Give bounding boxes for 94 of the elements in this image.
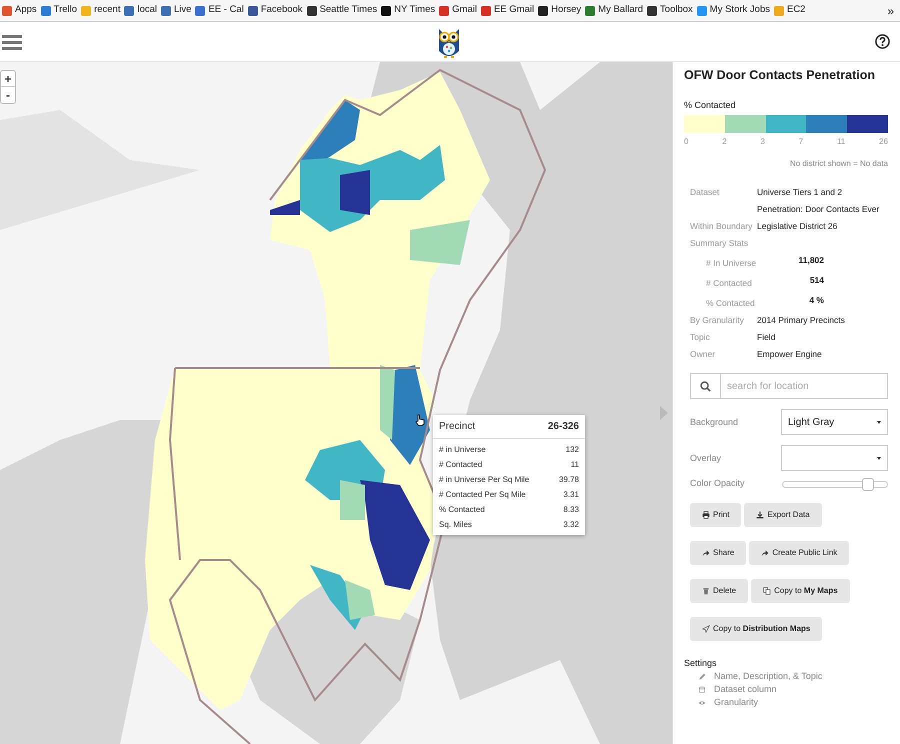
- bookmark-link[interactable]: Facebook: [260, 3, 303, 18]
- legend-label: % Contacted: [684, 98, 737, 112]
- control-label: Overlay: [690, 452, 722, 465]
- precinct-id: 26-326: [548, 420, 579, 434]
- legend-tick: 26: [879, 136, 888, 148]
- search-icon: [700, 380, 711, 392]
- tooltip-label: # Contacted Per Sq Mile: [439, 488, 526, 500]
- detail-value: Field: [757, 331, 776, 344]
- printer-icon: [702, 510, 710, 519]
- bookmark-link[interactable]: Apps: [15, 3, 37, 18]
- trash-icon: [702, 586, 710, 595]
- bookmark-link[interactable]: recent: [94, 3, 120, 18]
- action-button[interactable]: Create Public Link: [749, 540, 850, 565]
- settings-link[interactable]: Granularity: [714, 696, 758, 710]
- tooltip-value: 3.32: [563, 518, 579, 530]
- tooltip-title: Precinct: [439, 420, 476, 434]
- action-button[interactable]: Share: [690, 540, 746, 565]
- legend-tick: 2: [722, 136, 727, 148]
- detail-label: By Granularity: [690, 314, 745, 328]
- action-button[interactable]: Delete: [690, 578, 748, 603]
- control-label: Background: [690, 416, 738, 429]
- bookmark-link[interactable]: My Ballard: [598, 3, 644, 18]
- bookmark-link[interactable]: Gmail: [452, 3, 477, 18]
- bookmark-link[interactable]: My Stork Jobs: [710, 3, 770, 18]
- legend-tick: 7: [798, 136, 804, 148]
- legend-tick: 0: [684, 136, 688, 148]
- tooltip-label: # in Universe: [439, 444, 486, 456]
- bookmarks-overflow-button[interactable]: »: [887, 2, 898, 20]
- action-button[interactable]: Print: [690, 502, 742, 527]
- detail-value: Empower Engine: [757, 348, 822, 362]
- panel-title: OFW Door Contacts Penetration: [684, 67, 876, 84]
- bookmark-link[interactable]: EE Gmail: [494, 3, 534, 18]
- tooltip-value: 8.33: [563, 504, 579, 516]
- database-icon: [698, 686, 706, 694]
- control-label: Color Opacity: [690, 477, 745, 490]
- eye-icon: [698, 698, 706, 707]
- tooltip-value: 132: [566, 444, 579, 456]
- menu-icon[interactable]: [2, 34, 22, 50]
- download-icon: [756, 510, 764, 519]
- detail-label: Topic: [690, 331, 711, 344]
- bookmark-link[interactable]: Seattle Times: [320, 3, 378, 18]
- action-button[interactable]: Copy to My Maps: [751, 578, 850, 603]
- zoom-in-button[interactable]: +: [1, 71, 15, 87]
- stat-label: # In Universe: [706, 257, 758, 270]
- copy-icon: [763, 586, 772, 595]
- detail-label: Owner: [690, 348, 716, 362]
- dropdown[interactable]: [781, 445, 888, 472]
- tooltip-value: 11: [570, 458, 579, 470]
- bookmark-link[interactable]: EE - Cal: [208, 3, 244, 18]
- action-button[interactable]: Copy to Distribution Maps: [690, 616, 822, 641]
- tooltip-value: 3.31: [563, 488, 579, 500]
- stat-value: 514: [808, 274, 824, 288]
- tooltip-label: Sq. Miles: [439, 518, 472, 530]
- legend-note: No district shown = No data: [788, 158, 888, 170]
- stat-label: % Contacted: [706, 297, 756, 310]
- zoom-out-button[interactable]: -: [1, 87, 15, 103]
- tooltip-label: # Contacted: [439, 458, 482, 470]
- pencil-icon: [698, 672, 706, 681]
- dropdown[interactable]: Light Gray: [781, 409, 888, 436]
- share-arrow-icon: [702, 548, 710, 557]
- bookmark-link[interactable]: EC2: [786, 3, 806, 18]
- panel-toggle-icon[interactable]: [660, 406, 668, 420]
- legend-tick: 3: [760, 136, 765, 148]
- tooltip-value: 39.78: [558, 474, 579, 486]
- tooltip-label: % Contacted: [439, 504, 485, 516]
- tooltip-label: # in Universe Per Sq Mile: [439, 474, 530, 486]
- hand-cursor-icon: [415, 414, 425, 426]
- detail-value: Legislative District 26: [757, 220, 838, 234]
- detail-label: Summary Stats: [690, 237, 750, 250]
- stat-label: # Contacted: [706, 277, 753, 290]
- bookmark-link[interactable]: Live: [174, 3, 192, 18]
- caret-icon: [877, 420, 881, 424]
- detail-label: Dataset: [690, 186, 720, 200]
- settings-link[interactable]: Dataset column: [714, 683, 777, 696]
- stat-value: 4 %: [808, 294, 824, 308]
- caret-icon: [877, 456, 881, 460]
- help-icon[interactable]: [875, 34, 890, 49]
- stat-value: 11,802: [797, 254, 824, 268]
- bookmark-link[interactable]: Horsey: [551, 3, 582, 18]
- detail-value: Universe Tiers 1 and 2 Penetration: Door Contacts Ever: [757, 186, 880, 216]
- bookmark-link[interactable]: Trello: [54, 3, 78, 18]
- action-button[interactable]: Export Data: [744, 502, 822, 527]
- slider-thumb[interactable]: [862, 478, 874, 490]
- detail-value: 2014 Primary Precincts: [757, 314, 845, 328]
- settings-link[interactable]: Name, Description, & Topic: [714, 670, 822, 684]
- settings-heading: Settings: [684, 656, 718, 670]
- bookmark-link[interactable]: Toolbox: [660, 3, 693, 18]
- search-field[interactable]: search for location: [721, 373, 888, 400]
- paper-plane-icon: [702, 624, 710, 633]
- legend-tick: 11: [836, 136, 846, 148]
- share-arrow-icon: [761, 548, 770, 557]
- bookmark-link[interactable]: local: [137, 3, 158, 18]
- detail-label: Within Boundary: [690, 220, 754, 234]
- bookmark-link[interactable]: NY Times: [394, 3, 436, 18]
